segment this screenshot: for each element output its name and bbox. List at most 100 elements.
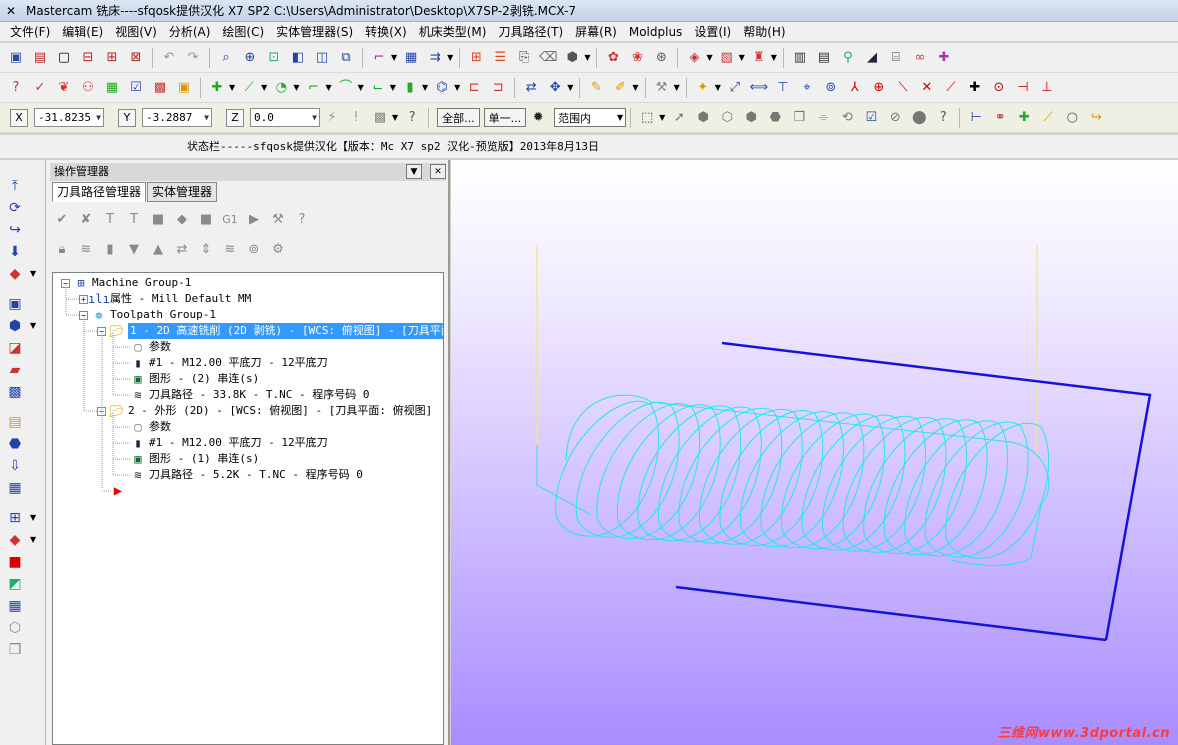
- chevron-down-icon[interactable]: ▼: [30, 535, 36, 544]
- snap-vert-icon[interactable]: ⊥: [1037, 78, 1057, 98]
- regenerate-dirty-icon[interactable]: T: [124, 209, 144, 229]
- chevron-down-icon[interactable]: ▼: [96, 113, 103, 122]
- snap-ring-icon[interactable]: ⊙: [989, 78, 1009, 98]
- boolean-icon[interactable]: ⬢: [5, 316, 25, 336]
- chain-select-icon[interactable]: ⚭: [990, 108, 1010, 128]
- z-coord-input[interactable]: 0.0 ▼: [250, 108, 320, 127]
- menu-settings[interactable]: 设置(I): [688, 22, 737, 42]
- tree-op2-parameters[interactable]: ▢ 参数: [131, 419, 171, 435]
- menu-xform[interactable]: 转换(X): [359, 22, 413, 42]
- x-coord-input[interactable]: -31.8235 ▼: [34, 108, 104, 127]
- redo-icon[interactable]: ↷: [183, 48, 203, 68]
- sweep-icon[interactable]: ↪: [5, 220, 25, 240]
- tree-toolpath-group[interactable]: − ❁ Toolpath Group-1: [79, 307, 216, 323]
- fillet-icon[interactable]: ⌐: [303, 78, 323, 98]
- solid-cube-icon[interactable]: ❒: [789, 108, 809, 128]
- solid-face-icon[interactable]: ⬢: [693, 108, 713, 128]
- tree-operation-1[interactable]: − 📂︎ 1 - 2D 高速铣削 (2D 剥铣) - [WCS: 俯视图] - …: [97, 323, 443, 339]
- stop-icon[interactable]: ⬤: [909, 108, 929, 128]
- thicken-icon[interactable]: ▩: [5, 382, 25, 402]
- add-green-icon[interactable]: ✚: [1014, 108, 1034, 128]
- ops-options-icon[interactable]: ⚙: [268, 239, 288, 259]
- chevron-down-icon[interactable]: ▼: [739, 53, 745, 62]
- chevron-down-icon[interactable]: ▼: [30, 321, 36, 330]
- collapse-icon[interactable]: −: [79, 310, 88, 320]
- collapse-icon[interactable]: −: [61, 278, 70, 288]
- curve-select-icon[interactable]: ↪: [1086, 108, 1106, 128]
- chevron-down-icon[interactable]: ▼: [391, 53, 397, 62]
- cube-multi-icon[interactable]: ❒: [5, 640, 25, 660]
- solid-fillet-icon[interactable]: ◆: [5, 264, 25, 284]
- sheet-icon[interactable]: ▥: [790, 48, 810, 68]
- window-hsplit-icon[interactable]: ⊟: [78, 48, 98, 68]
- window-select-icon[interactable]: ⬚: [637, 108, 657, 128]
- repaint-icon[interactable]: ◧: [288, 48, 308, 68]
- snap-quad-icon[interactable]: ⌖: [797, 78, 817, 98]
- tree-op1-toolpath[interactable]: ≋ 刀具路径 - 33.8K - T.NC - 程序号码 0: [131, 387, 369, 403]
- color-palette-icon[interactable]: ▣: [174, 78, 194, 98]
- pencil-icon[interactable]: ✎: [586, 78, 606, 98]
- snap-plus-icon[interactable]: ✚: [965, 78, 985, 98]
- camera-icon[interactable]: ⌸: [886, 48, 906, 68]
- cplane-icon[interactable]: ⌐: [369, 48, 389, 68]
- zoom-window-icon[interactable]: ⌕: [216, 48, 236, 68]
- snap-point-icon[interactable]: ✦: [693, 78, 713, 98]
- revolve-icon[interactable]: ⟳: [5, 198, 25, 218]
- open-icon[interactable]: ▤: [30, 48, 50, 68]
- surface-icon[interactable]: ⌬: [432, 78, 452, 98]
- backplot-icon[interactable]: ■: [148, 209, 168, 229]
- shading-icon[interactable]: ✿: [603, 48, 623, 68]
- trim-2-icon[interactable]: ⊢: [966, 108, 986, 128]
- chevron-down-icon[interactable]: ▼: [447, 53, 453, 62]
- layer-paint-icon[interactable]: ◩: [5, 574, 25, 594]
- select-all-ops-icon[interactable]: ✔: [52, 209, 72, 229]
- arc-icon[interactable]: ◔: [271, 78, 291, 98]
- tree-op1-geometry[interactable]: ▣ 图形 - (2) 串连(s): [131, 371, 259, 387]
- chevron-down-icon[interactable]: ▼: [204, 113, 211, 122]
- graphics-viewport[interactable]: 三维网www.3dportal.cn: [451, 160, 1178, 745]
- chevron-down-icon[interactable]: ▼: [706, 53, 712, 62]
- file-icon[interactable]: ⎘: [514, 48, 534, 68]
- analyze-chain-icon[interactable]: ❦: [54, 78, 74, 98]
- tree-op2-geometry[interactable]: ▣ 图形 - (1) 串连(s): [131, 451, 259, 467]
- chevron-down-icon[interactable]: ▼: [715, 83, 721, 92]
- g1-icon[interactable]: G1: [220, 209, 240, 229]
- snap-near-icon[interactable]: ⤢: [725, 78, 745, 98]
- break-icon[interactable]: ⊐: [488, 78, 508, 98]
- solid-body-icon[interactable]: ⬢: [741, 108, 761, 128]
- loft-icon[interactable]: ⬇: [5, 242, 25, 262]
- snap-tangent-icon[interactable]: ⟋: [941, 78, 961, 98]
- tree-machine-group[interactable]: − ⊞ Machine Group-1: [61, 275, 191, 291]
- analyze-icon[interactable]: ?: [6, 78, 26, 98]
- chevron-down-icon[interactable]: ▼: [312, 113, 319, 122]
- highfeed-icon[interactable]: ⚒: [268, 209, 288, 229]
- undo-icon[interactable]: ↶: [159, 48, 179, 68]
- eraser-icon[interactable]: ⌫: [538, 48, 558, 68]
- y-coord-input[interactable]: -3.2887 ▼: [142, 108, 212, 127]
- tree-op1-tool[interactable]: ▮ #1 - M12.00 平底刀 - 12平底刀: [131, 355, 327, 371]
- chevron-down-icon[interactable]: ▼: [261, 83, 267, 92]
- cube-outline-icon[interactable]: ⬡: [5, 618, 25, 638]
- chevron-down-icon[interactable]: ▼: [567, 83, 573, 92]
- select-single-button[interactable]: 单一...: [483, 108, 527, 127]
- chevron-down-icon[interactable]: ▼: [674, 83, 680, 92]
- help-icon[interactable]: ?: [933, 108, 953, 128]
- chevron-down-icon[interactable]: ▼: [617, 113, 625, 122]
- wand-icon[interactable]: ⟋: [1038, 108, 1058, 128]
- chevron-down-icon[interactable]: ▼: [454, 83, 460, 92]
- circle-select-icon[interactable]: ○: [1062, 108, 1082, 128]
- red-square-icon[interactable]: ■: [5, 552, 25, 572]
- select-all-button[interactable]: 全部...: [437, 108, 480, 127]
- toggle-solids-icon[interactable]: ⊚: [244, 239, 264, 259]
- insert-arrow-icon[interactable]: ⇄: [172, 239, 192, 259]
- tree-operation-2[interactable]: − 📂︎ 2 - 外形 (2D) - [WCS: 俯视图] - [刀具平面: 俯…: [97, 403, 432, 419]
- window-vsplit-icon[interactable]: ⊞: [102, 48, 122, 68]
- chevron-down-icon[interactable]: ▼: [358, 83, 364, 92]
- table-icon[interactable]: ☰: [490, 48, 510, 68]
- help-icon[interactable]: ?: [402, 108, 422, 128]
- mesh-icon[interactable]: ⊛: [651, 48, 671, 68]
- solid-view-icon[interactable]: ◈: [684, 48, 704, 68]
- shell-icon[interactable]: ▣: [5, 294, 25, 314]
- window-single-icon[interactable]: ▢: [54, 48, 74, 68]
- verify-ops-icon[interactable]: ◆: [172, 209, 192, 229]
